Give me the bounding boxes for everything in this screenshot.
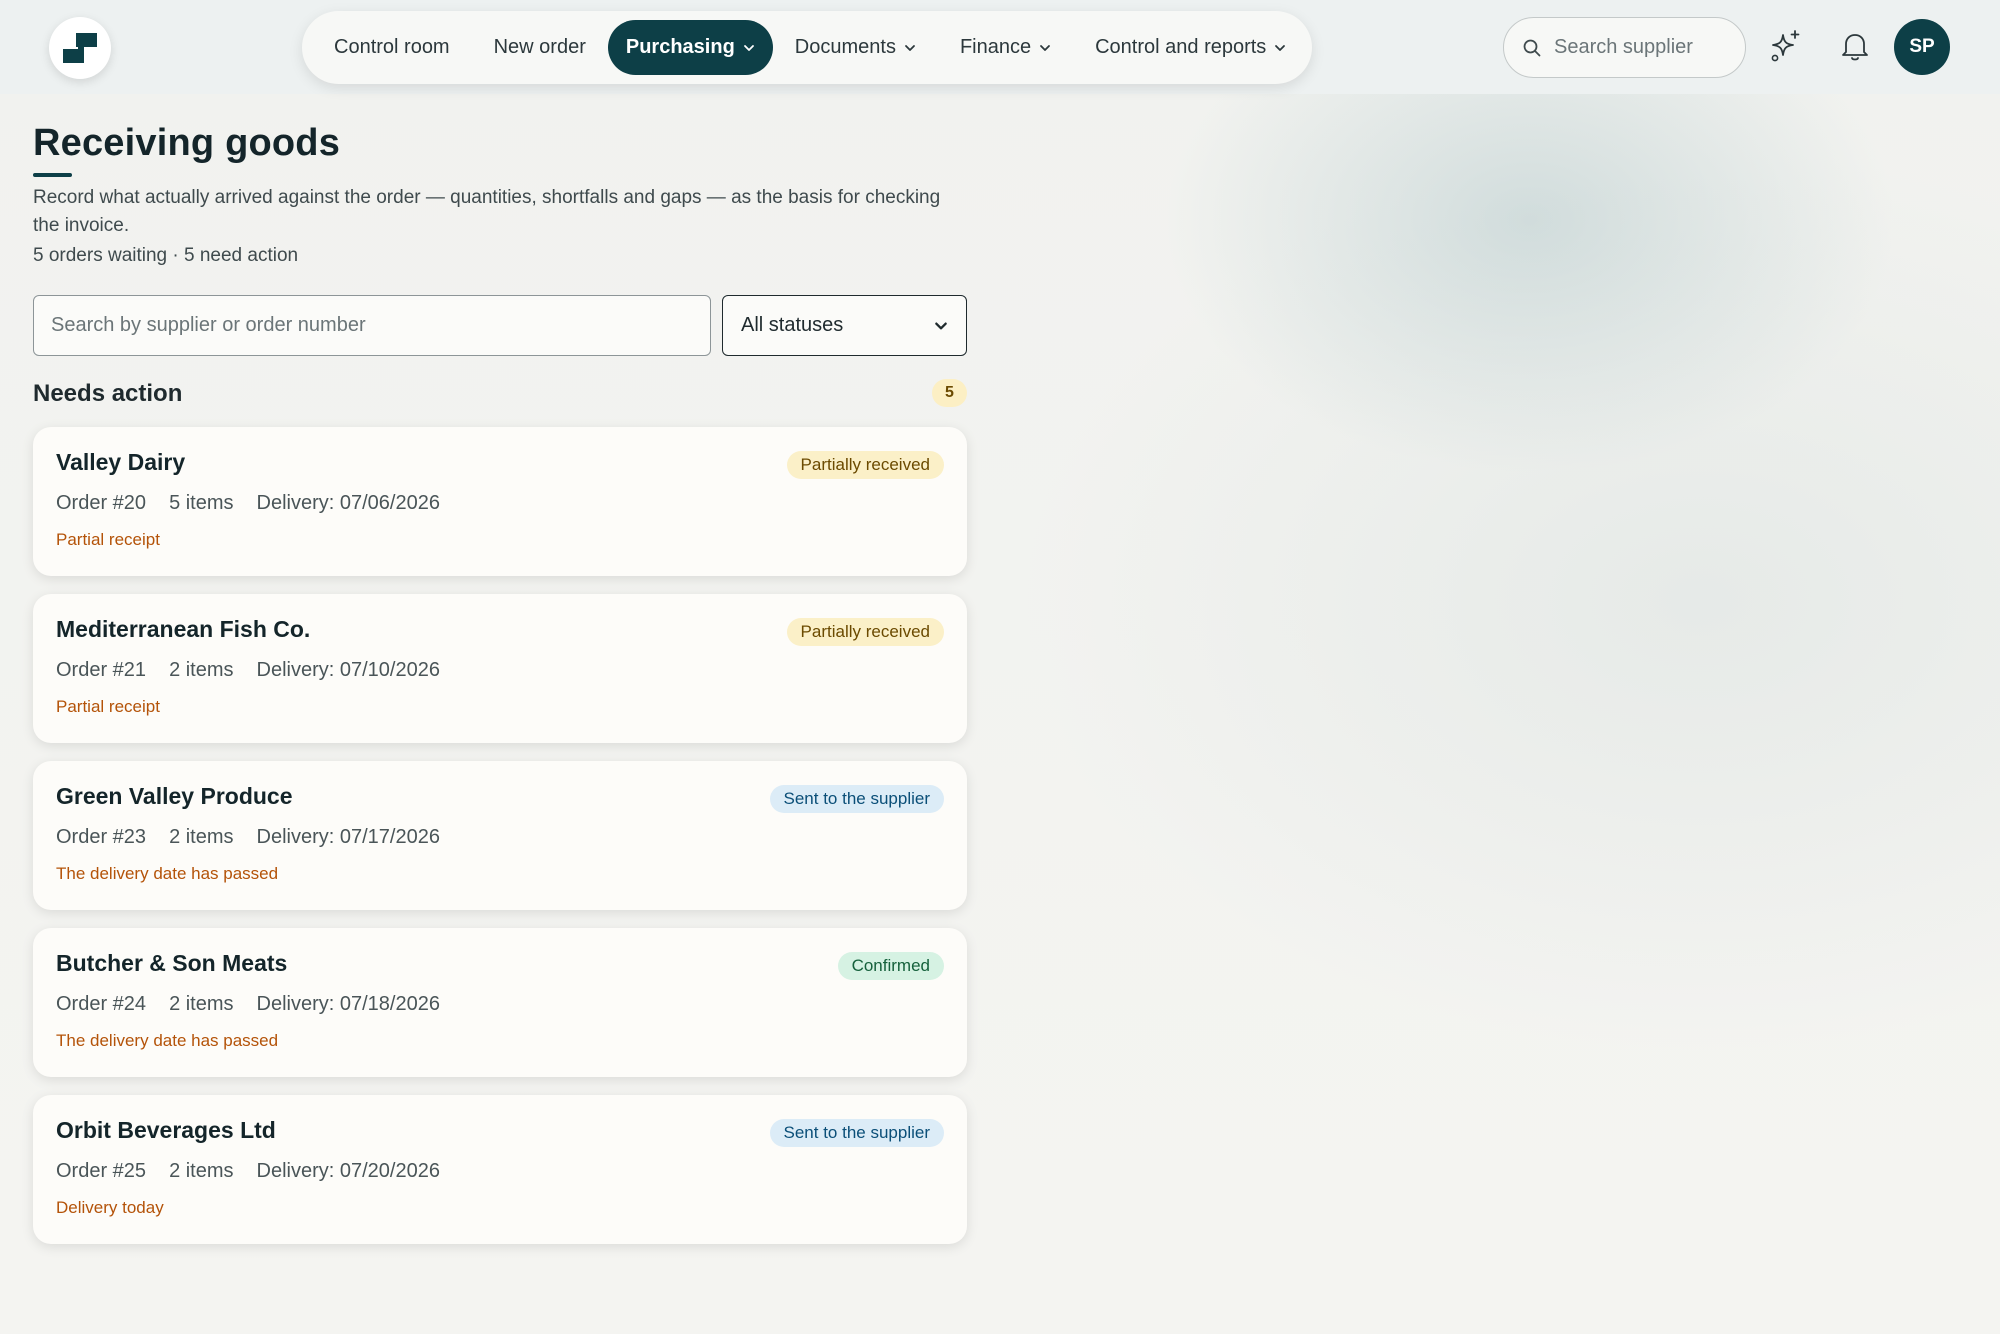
top-bar: Control room New order Purchasing Docume… [0,0,2000,94]
page-title: Receiving goods [33,122,341,164]
order-meta: Order #21 2 items Delivery: 07/10/2026 [56,659,440,682]
order-card[interactable]: Mediterranean Fish Co. Partially receive… [33,594,967,743]
chevron-down-icon [935,322,947,329]
order-card[interactable]: Valley Dairy Partially received Order #2… [33,427,967,576]
status-badge: Confirmed [837,952,944,980]
avatar[interactable]: SP [1894,19,1950,75]
search-icon [1523,39,1541,56]
order-card[interactable]: Orbit Beverages Ltd Sent to the supplier… [33,1095,967,1244]
status-filter-select[interactable]: All statuses [722,295,967,356]
section-count-badge: 5 [932,379,967,407]
supplier-name: Butcher & Son Meats [56,950,288,976]
ai-assistant-button[interactable] [1766,26,1806,66]
section-title: Needs action [33,380,183,407]
bell-icon [1842,34,1868,61]
order-note: Partial receipt [56,697,160,716]
status-badge: Partially received [786,618,944,646]
delivery-date: Delivery: 07/20/2026 [256,1160,440,1182]
nav-item-label: Documents [794,36,896,58]
order-number: Order #25 [56,1160,147,1182]
supplier-name: Green Valley Produce [56,783,293,809]
order-number: Order #21 [56,659,147,681]
delivery-date: Delivery: 07/17/2026 [256,826,440,848]
chevron-down-icon [743,44,754,51]
item-count: 2 items [169,826,234,848]
nav-item-purchasing[interactable]: Purchasing [607,20,773,75]
main-nav: Control room New order Purchasing Docume… [302,11,1312,84]
order-meta: Order #24 2 items Delivery: 07/18/2026 [56,993,440,1016]
nav-item-control-room[interactable]: Control room [312,20,472,75]
order-search-input[interactable] [33,295,711,356]
item-count: 2 items [169,993,234,1015]
sparkles-icon [1771,30,1800,62]
nav-item-label: Control room [334,36,450,58]
supplier-search-input[interactable] [1554,36,1724,59]
item-count: 5 items [169,492,234,514]
order-meta: Order #23 2 items Delivery: 07/17/2026 [56,826,440,849]
nav-item-control-and-reports[interactable]: Control and reports [1073,20,1308,75]
nav-item-new-order[interactable]: New order [472,20,608,75]
logo-icon [63,33,97,63]
notifications-button[interactable] [1835,26,1875,66]
chevron-down-icon [1275,44,1286,51]
nav-item-finance[interactable]: Finance [938,20,1073,75]
order-note: The delivery date has passed [56,1031,279,1050]
chevron-down-icon [905,44,915,51]
nav-item-label: New order [493,36,586,58]
page-description: Record what actually arrived against the… [33,187,941,236]
order-meta: Order #20 5 items Delivery: 07/06/2026 [56,492,440,515]
order-number: Order #23 [56,826,147,848]
logo[interactable] [49,17,111,79]
status-badge: Sent to the supplier [769,1119,944,1147]
order-note: Partial receipt [56,530,160,549]
order-number: Order #24 [56,993,147,1015]
orders-summary: 5 orders waiting · 5 need action [33,245,299,266]
delivery-date: Delivery: 07/10/2026 [256,659,440,681]
status-filter-value: All statuses [741,314,844,336]
order-card[interactable]: Green Valley Produce Sent to the supplie… [33,761,967,910]
order-meta: Order #25 2 items Delivery: 07/20/2026 [56,1160,440,1183]
supplier-name: Mediterranean Fish Co. [56,616,311,642]
delivery-date: Delivery: 07/06/2026 [256,492,440,514]
item-count: 2 items [169,659,234,681]
nav-item-label: Finance [959,36,1032,58]
order-number: Order #20 [56,492,147,514]
delivery-date: Delivery: 07/18/2026 [256,993,440,1015]
item-count: 2 items [169,1160,234,1182]
nav-item-label: Purchasing [625,36,735,58]
order-note: Delivery today [56,1198,164,1217]
supplier-name: Valley Dairy [56,449,186,475]
order-card[interactable]: Butcher & Son Meats Confirmed Order #24 … [33,928,967,1077]
supplier-search[interactable] [1503,17,1746,78]
order-note: The delivery date has passed [56,864,279,883]
chevron-down-icon [1040,44,1051,51]
status-badge: Partially received [786,451,944,479]
avatar-initials: SP [1909,36,1935,57]
title-underline [33,173,72,177]
status-badge: Sent to the supplier [769,785,944,813]
nav-item-label: Control and reports [1095,36,1267,58]
supplier-name: Orbit Beverages Ltd [56,1117,276,1143]
nav-item-documents[interactable]: Documents [773,20,938,75]
